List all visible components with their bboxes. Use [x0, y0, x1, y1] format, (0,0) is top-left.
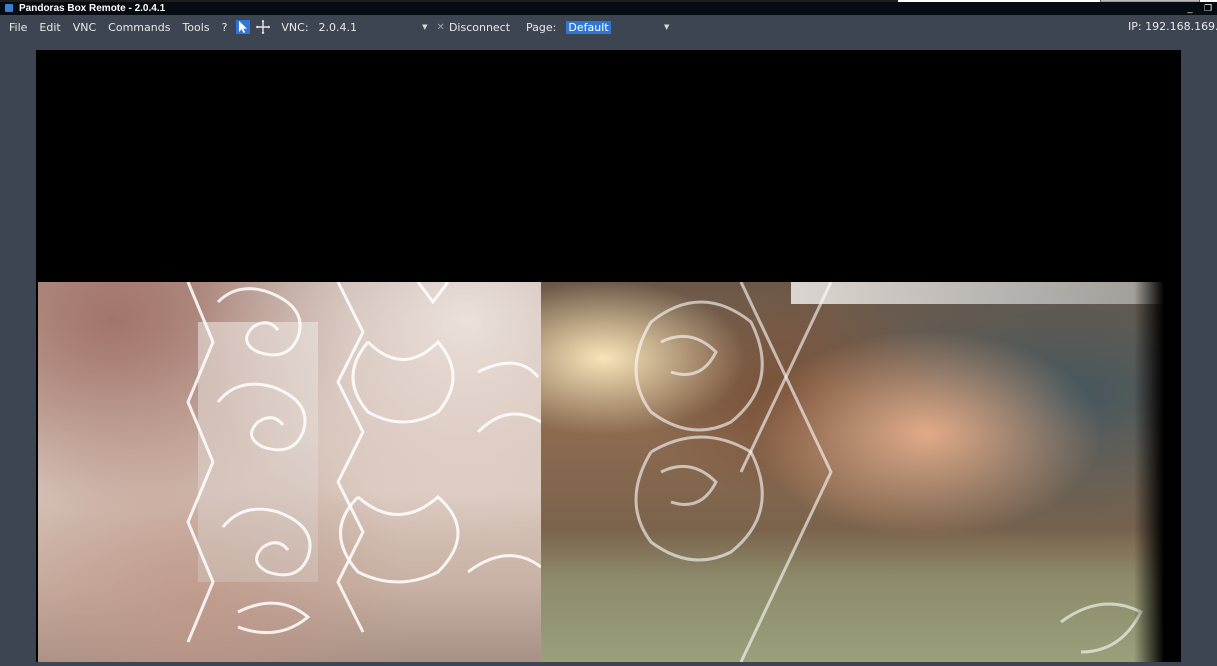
vnc-label: VNC:: [281, 20, 309, 34]
select-tool-button[interactable]: [236, 20, 251, 34]
page-label: Page:: [526, 20, 557, 34]
menu-bar: File Edit VNC Commands Tools ? VNC: 2.0.…: [0, 15, 1217, 39]
ornament-pattern: [186, 282, 541, 643]
chevron-down-icon: ▼: [422, 23, 428, 31]
menu-commands[interactable]: Commands: [102, 21, 176, 34]
page-select[interactable]: Default ▼: [564, 19, 673, 35]
page-value: Default: [566, 20, 611, 34]
vnc-version-value: 2.0.4.1: [318, 20, 358, 34]
move-tool-button[interactable]: [256, 20, 271, 34]
app-window: Pandoras Box Remote - 2.0.4.1 _ ❐ File E…: [0, 2, 1217, 666]
app-icon: [5, 4, 13, 12]
window-controls: _ ❐: [1181, 2, 1217, 15]
vnc-viewport[interactable]: [36, 50, 1181, 662]
arrow-pointer-icon: [239, 21, 248, 33]
restore-button[interactable]: ❐: [1199, 2, 1217, 15]
video-left-pane: [38, 282, 541, 662]
right-edge-fade: [1134, 282, 1164, 662]
menu-file[interactable]: File: [0, 21, 33, 34]
close-icon: ✕: [436, 21, 445, 33]
menu-edit[interactable]: Edit: [33, 21, 66, 34]
disconnect-label: Disconnect: [448, 20, 511, 34]
title-bar: Pandoras Box Remote - 2.0.4.1 _ ❐: [0, 2, 1217, 15]
window-title: Pandoras Box Remote - 2.0.4.1: [19, 3, 166, 14]
chevron-down-icon: ▼: [664, 23, 670, 31]
minimize-button[interactable]: _: [1181, 2, 1199, 15]
ornament-overlay: [634, 282, 1144, 662]
disconnect-button[interactable]: ✕ Disconnect: [437, 21, 511, 34]
ip-address: IP: 192.168.169.10: [1128, 20, 1217, 33]
menu-help[interactable]: ?: [216, 21, 234, 34]
vnc-version-select[interactable]: 2.0.4.1 ▼: [316, 19, 431, 35]
crosshair-move-icon: [256, 20, 271, 34]
menu-vnc[interactable]: VNC: [67, 21, 102, 34]
video-right-pane: [541, 282, 1164, 662]
menu-tools[interactable]: Tools: [176, 21, 215, 34]
